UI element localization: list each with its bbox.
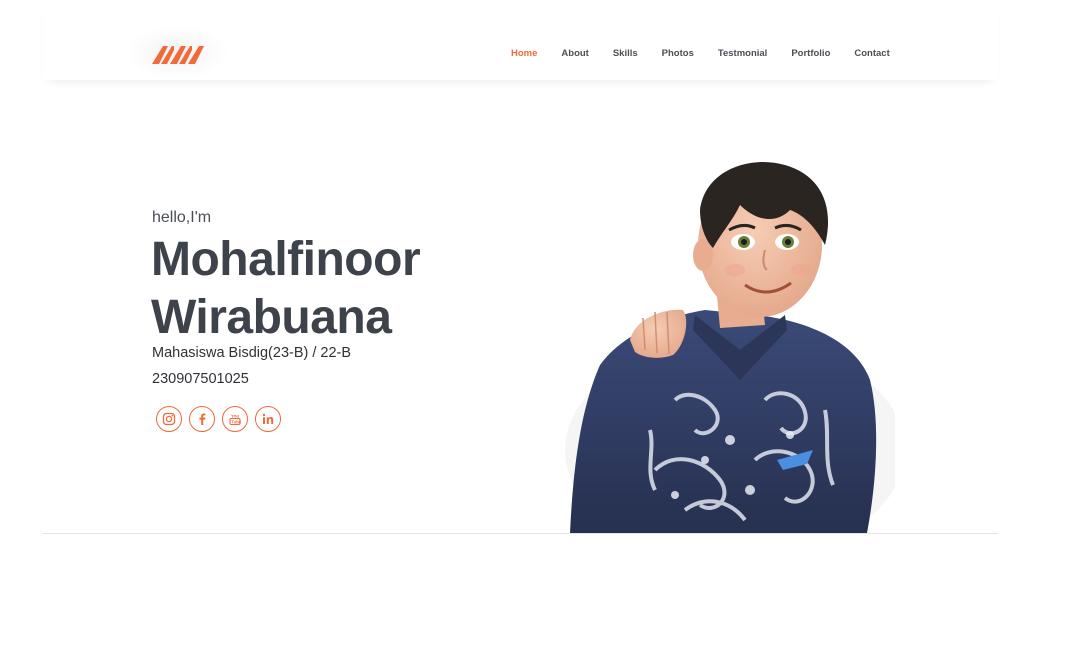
nav-skills[interactable]: Skills (613, 48, 638, 59)
nav-portfolio[interactable]: Portfolio (791, 48, 830, 59)
facebook-icon[interactable] (189, 406, 215, 432)
section-divider (43, 533, 998, 534)
hero-last-name: Wirabuana (151, 291, 392, 344)
instagram-icon[interactable] (156, 406, 182, 432)
svg-text:You: You (231, 414, 239, 419)
nav-photos[interactable]: Photos (662, 48, 694, 59)
hero-greeting: hello,I'm (152, 209, 212, 226)
nav-about[interactable]: About (561, 48, 588, 59)
nav-contact[interactable]: Contact (854, 48, 889, 59)
nav-home[interactable]: Home (511, 48, 537, 59)
hero-first-name: Mohalfinoor (151, 233, 421, 286)
social-links: You Tube (156, 406, 281, 432)
logo-mark-icon[interactable] (150, 38, 206, 70)
hero-subtitle: Mahasiswa Bisdig(23-B) / 22-B (152, 345, 352, 361)
nav-testmonial[interactable]: Testmonial (718, 48, 767, 59)
main-nav: Home About Skills Photos Testmonial Port… (511, 48, 890, 59)
page: Home About Skills Photos Testmonial Port… (0, 0, 1069, 653)
hero-id-number: 230907501025 (152, 371, 249, 387)
svg-text:Tube: Tube (231, 419, 241, 424)
profile-portrait (565, 162, 895, 533)
hero-name: Mohalfinoor Wirabuana (151, 231, 491, 347)
linkedin-icon[interactable] (255, 406, 281, 432)
youtube-icon[interactable]: You Tube (222, 406, 248, 432)
